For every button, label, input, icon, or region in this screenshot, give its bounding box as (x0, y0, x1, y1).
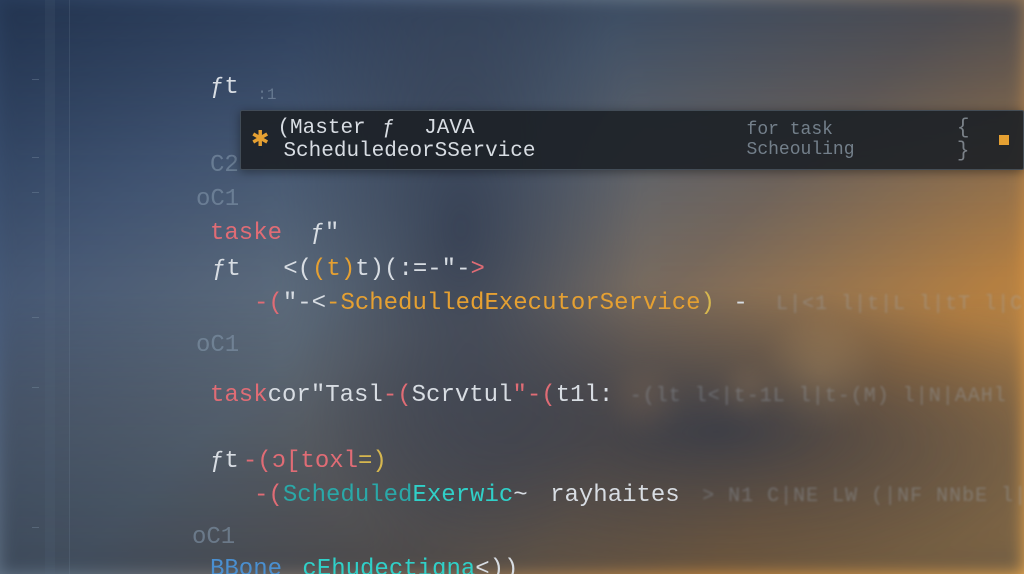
tooltip-text: (Master ƒ JAVA ScheduledeorSService (277, 117, 738, 163)
token: -( (254, 290, 283, 317)
square-icon (999, 135, 1009, 145)
code-line: oC1 (196, 182, 239, 218)
token: "-< (283, 290, 326, 317)
code-line: -(ScheduledExerwic~ rayhaites > N1 C|NE … (254, 478, 1024, 514)
token: ƒt (210, 448, 239, 475)
token: Tasl (325, 382, 383, 409)
token-blurred: > N1 C|NE LW (|NF NNbE l|N| (702, 485, 1024, 508)
code-line: ƒt :1 (210, 70, 276, 107)
tooltip-tail: for task Scheouling (747, 120, 949, 160)
token: "-( (512, 382, 555, 409)
token: - (326, 290, 340, 317)
token-classname: Scheduled (283, 482, 413, 509)
token: oC1 (192, 524, 235, 551)
token: C2 (210, 152, 239, 179)
token: t)(:=-"- (355, 256, 470, 283)
token: :1 (257, 86, 276, 104)
code-line: C2 (210, 148, 239, 184)
token-classname: SchedulledExecutorService (340, 290, 700, 317)
token: ~ (513, 482, 527, 509)
token: Scrvtul (412, 382, 513, 409)
token: cor" (268, 382, 326, 409)
token: - (733, 290, 747, 317)
token: rayhaites (550, 482, 680, 509)
tooltip-symbols: { } (957, 117, 991, 163)
token-classname: Exerwic (412, 482, 513, 509)
token: oC1 (196, 186, 239, 213)
token: BBone (210, 556, 282, 574)
token: =) (358, 448, 387, 475)
code-line: ƒt-(ɔ[toxl=) (210, 444, 387, 480)
token: cEhudectigna (302, 556, 475, 574)
code-editor-content[interactable]: ƒt :1 C2 oC1 taske ƒ" ƒt <((t)t)(:=-"- > … (0, 0, 1024, 574)
code-line: -("-<-SchedulledExecutorService) - L|<1 … (254, 286, 1024, 322)
code-line: BBone cEhudectigna<)) (210, 552, 518, 574)
token-blurred: -(lt l<|t-1L l|t-(M) l|N|AAHl (630, 385, 1007, 408)
token: t1l: (556, 382, 614, 409)
code-line: ƒt <((t)t)(:=-"-> (212, 252, 485, 288)
token: oC1 (196, 332, 239, 359)
token-blurred: L|<1 l|t|L l|tT l|C|NE |l|L (776, 293, 1024, 316)
token-keyword: task (210, 382, 268, 409)
code-line: taske ƒ" (210, 216, 339, 252)
token: ƒt (212, 256, 241, 283)
token: -(ɔ[toxl (243, 448, 358, 475)
token: ƒ" (310, 220, 339, 247)
code-line: oC1 (192, 520, 235, 556)
token-keyword: taske (210, 220, 282, 247)
star-icon: ✱ (251, 127, 269, 153)
token: (t) (312, 256, 355, 283)
token: > (470, 256, 484, 283)
code-line: taskcor"Tasl-(Scrvtul"-(t1l: -(lt l<|t-1… (210, 378, 1007, 414)
token: ƒt (210, 74, 239, 101)
token: <( (283, 256, 312, 283)
token: -( (383, 382, 412, 409)
token: <)) (475, 556, 518, 574)
token: -( (254, 482, 283, 509)
token: ) (701, 290, 715, 317)
autocomplete-tooltip[interactable]: ✱ (Master ƒ JAVA ScheduledeorSService fo… (240, 110, 1024, 170)
code-line: oC1 (196, 328, 239, 364)
